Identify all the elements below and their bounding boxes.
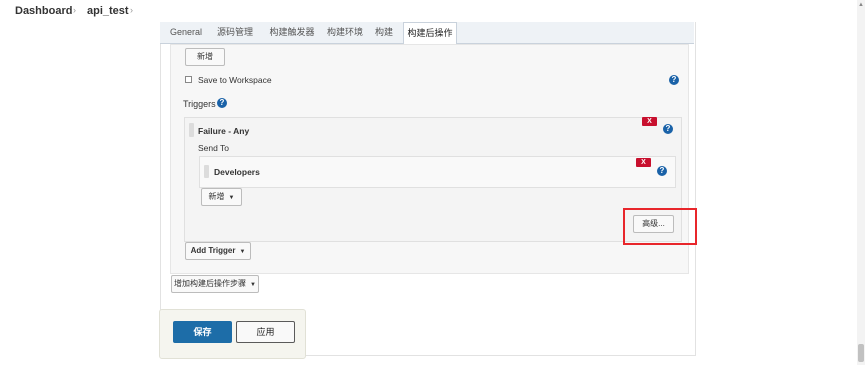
delete-trigger-button[interactable]: X — [642, 117, 657, 126]
recipient-label: Developers — [214, 167, 260, 177]
chevron-down-icon: ▼ — [239, 249, 246, 255]
recipient-item — [199, 156, 676, 188]
highlight-box — [623, 208, 697, 245]
tab-bar: General 源码管理 构建触发器 构建环境 构建 构建后操作 — [160, 22, 694, 45]
breadcrumb-separator-icon: › — [130, 5, 133, 15]
save-to-workspace-label: Save to Workspace — [198, 75, 272, 85]
add-recipient-button[interactable]: 新增 ▼ — [201, 188, 242, 206]
add-post-build-step-button[interactable]: 增加构建后操作步骤 ▼ — [171, 275, 259, 293]
drag-handle-icon[interactable] — [204, 165, 209, 178]
save-button[interactable]: 保存 — [173, 321, 232, 343]
tab-general[interactable]: General — [166, 22, 206, 43]
drag-handle-icon[interactable] — [189, 123, 194, 137]
tab-build-environment[interactable]: 构建环境 — [322, 22, 368, 43]
add-trigger-button[interactable]: Add Trigger ▼ — [185, 242, 251, 260]
trigger-help-icon[interactable]: ? — [663, 124, 673, 134]
trigger-title: Failure - Any — [198, 126, 250, 136]
tab-build-triggers[interactable]: 构建触发器 — [264, 22, 320, 43]
breadcrumb: Dashboard › api_test › — [0, 0, 865, 22]
add-post-build-step-label: 增加构建后操作步骤 — [174, 279, 247, 288]
chevron-down-icon: ▼ — [250, 282, 256, 288]
add-trigger-label: Add Trigger — [190, 246, 236, 255]
triggers-label: Triggers — [183, 99, 216, 109]
add-recipient-label: 新增 — [208, 192, 225, 201]
tab-post-build[interactable]: 构建后操作 — [403, 22, 457, 45]
delete-recipient-button[interactable]: X — [636, 158, 651, 167]
breadcrumb-job[interactable]: api_test — [87, 5, 129, 17]
scrollbar[interactable] — [857, 0, 865, 365]
scroll-up-icon[interactable]: ▲ — [857, 0, 865, 10]
tab-build[interactable]: 构建 — [371, 22, 397, 43]
add-button[interactable]: 新增 — [185, 48, 225, 66]
breadcrumb-dashboard[interactable]: Dashboard — [15, 5, 72, 17]
tab-source-control[interactable]: 源码管理 — [212, 22, 258, 43]
triggers-help-icon[interactable]: ? — [217, 98, 227, 108]
save-to-workspace-checkbox[interactable] — [185, 76, 192, 83]
chevron-down-icon: ▼ — [228, 195, 235, 201]
apply-button[interactable]: 应用 — [236, 321, 295, 343]
help-icon[interactable]: ? — [669, 75, 679, 85]
send-to-label: Send To — [198, 143, 230, 153]
scrollbar-thumb[interactable] — [858, 344, 864, 362]
breadcrumb-separator-icon: › — [73, 5, 76, 15]
recipient-help-icon[interactable]: ? — [657, 166, 667, 176]
